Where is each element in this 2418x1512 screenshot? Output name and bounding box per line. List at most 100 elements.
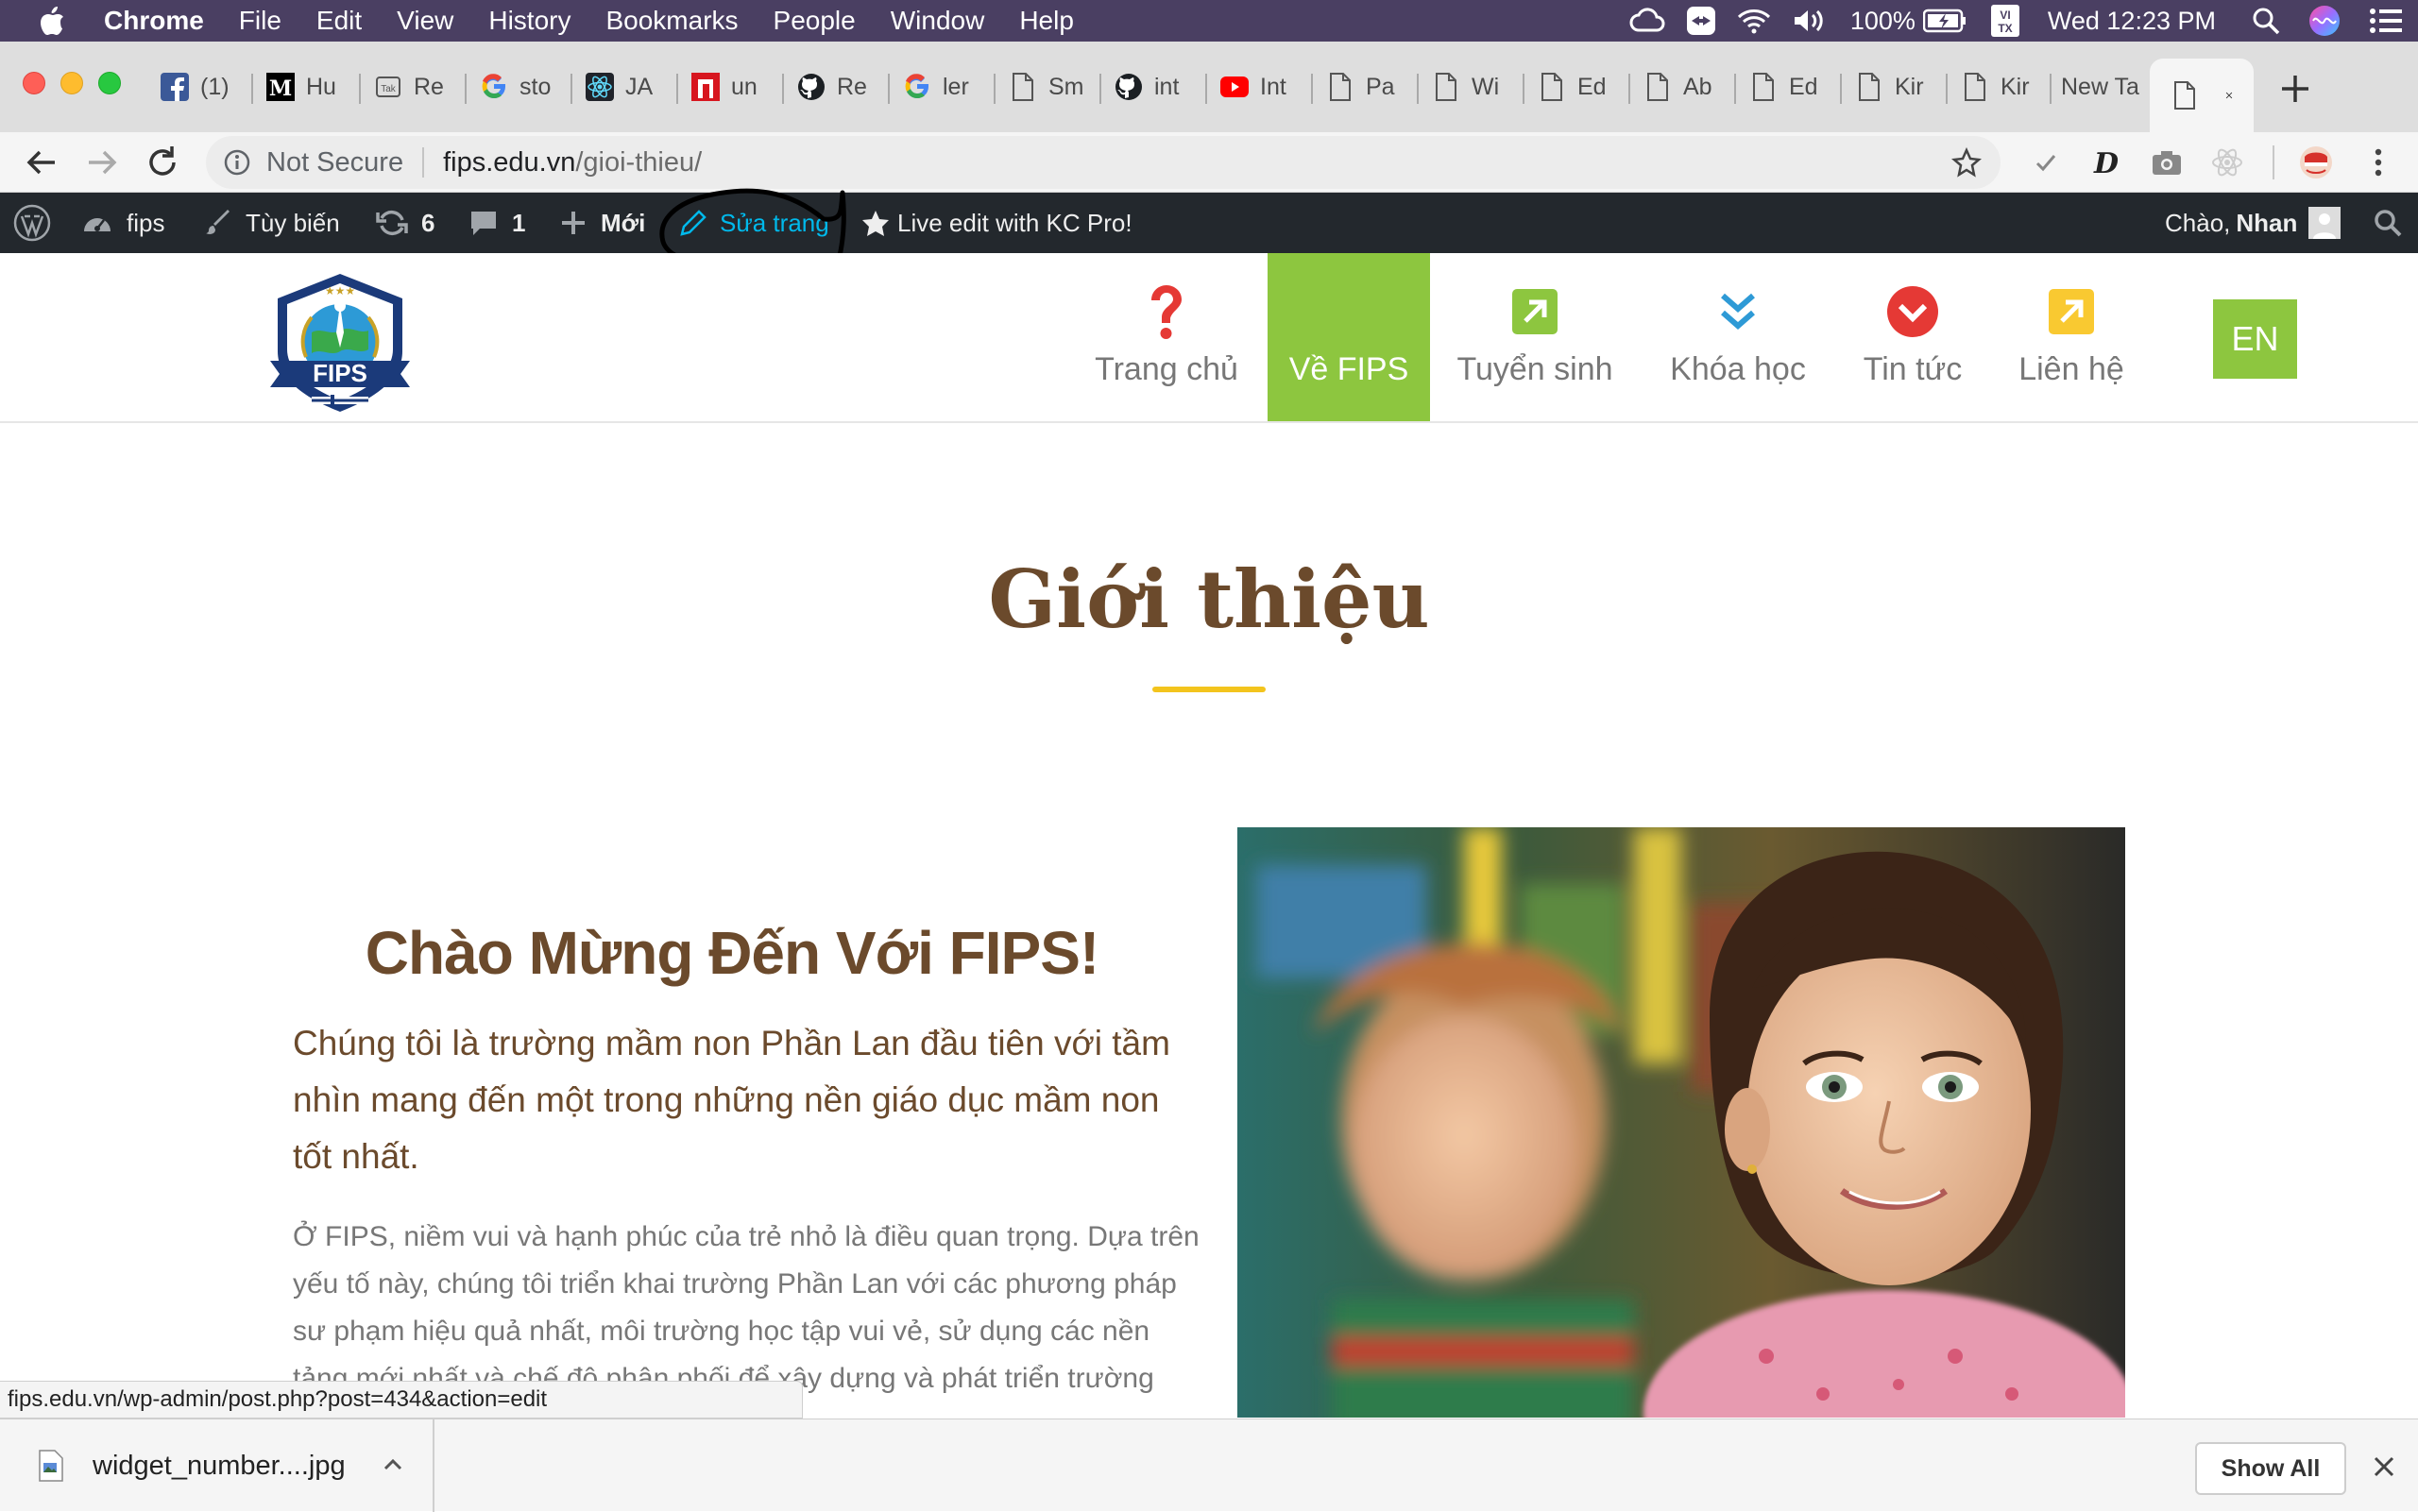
menubar-clock[interactable]: Wed 12:23 PM <box>2048 7 2216 36</box>
wp-site-menu[interactable]: fips <box>81 193 164 253</box>
browser-tab[interactable]: Ab <box>1643 68 1728 106</box>
battery-percent: 100% <box>1849 6 1916 35</box>
spotlight-search-icon[interactable] <box>2252 7 2280 35</box>
wp-live-edit-link[interactable]: Live edit with KC Pro! <box>861 193 1132 253</box>
notification-center-icon[interactable] <box>2369 8 2403 34</box>
browser-tab[interactable]: Ed <box>1749 68 1834 106</box>
window-zoom-button[interactable] <box>98 72 121 94</box>
nav-contact[interactable]: Liên hệ <box>2010 253 2133 421</box>
browser-tab[interactable]: un <box>691 68 776 106</box>
browser-tab[interactable]: Kir <box>1961 68 2046 106</box>
window-minimize-button[interactable] <box>60 72 83 94</box>
link-status-bubble: fips.edu.vn/wp-admin/post.php?post=434&a… <box>0 1381 803 1419</box>
page-icon <box>1961 73 1989 101</box>
wifi-icon[interactable] <box>1737 8 1771 34</box>
wp-updates-count: 6 <box>421 208 435 237</box>
menu-people[interactable]: People <box>774 6 856 36</box>
browser-tab[interactable]: JA <box>586 68 671 106</box>
google-icon <box>480 73 508 101</box>
nav-contact-label: Liên hệ <box>2018 351 2124 387</box>
dictionary-extension-icon[interactable]: D <box>2087 144 2125 181</box>
nav-about-fips[interactable]: Về FIPS <box>1268 253 1430 421</box>
language-switch-button[interactable]: EN <box>2213 299 2297 379</box>
apple-icon[interactable] <box>38 5 66 37</box>
browser-tab[interactable]: ler <box>903 68 988 106</box>
input-source-icon[interactable]: VI TX <box>1990 5 2019 37</box>
reload-icon[interactable] <box>144 144 181 181</box>
wp-my-account[interactable]: Chào, Nhan <box>2165 193 2341 253</box>
wp-greeting: Chào, <box>2165 208 2231 237</box>
back-arrow-icon[interactable] <box>23 144 60 181</box>
menu-edit[interactable]: Edit <box>316 6 362 36</box>
chrome-menu-kebab-icon[interactable] <box>2359 144 2397 181</box>
question-icon <box>1146 285 1187 339</box>
address-bar[interactable]: Not Secure fips.edu.vn/gioi-thieu/ <box>206 136 2001 189</box>
siri-icon[interactable] <box>2308 5 2341 37</box>
nav-home[interactable]: Trang chủ <box>1077 253 1256 421</box>
menu-view[interactable]: View <box>397 6 453 36</box>
svg-text:M: M <box>269 76 292 101</box>
menu-app-name[interactable]: Chrome <box>104 6 204 36</box>
browser-tab[interactable]: sto <box>480 68 565 106</box>
browser-tab[interactable]: Tak Re <box>374 68 459 106</box>
browser-tab[interactable]: int <box>1115 68 1200 106</box>
wp-customize-link[interactable]: Tùy biến <box>204 193 340 253</box>
browser-tab[interactable]: Wi <box>1432 68 1517 106</box>
comment-bubble-icon <box>471 212 496 235</box>
browser-tab[interactable]: Kir <box>1855 68 1940 106</box>
teamviewer-icon[interactable] <box>1686 6 1716 36</box>
page-icon <box>1326 73 1354 101</box>
tab-title: Kir <box>1895 73 1924 100</box>
profile-avatar-icon[interactable] <box>2297 144 2335 181</box>
volume-icon[interactable] <box>1792 8 1830 34</box>
menu-window[interactable]: Window <box>891 6 985 36</box>
tab-title: ler <box>943 73 969 100</box>
menu-bookmarks[interactable]: Bookmarks <box>605 6 738 36</box>
checkmark-extension-icon[interactable] <box>2027 144 2065 181</box>
browser-tab[interactable]: Re <box>797 68 882 106</box>
download-item[interactable]: widget_number....jpg <box>0 1419 434 1512</box>
window-close-button[interactable] <box>23 72 45 94</box>
bookmark-star-icon[interactable] <box>1951 147 1982 178</box>
camera-extension-icon[interactable] <box>2148 144 2186 181</box>
forward-arrow-icon[interactable] <box>83 144 121 181</box>
creative-cloud-icon[interactable] <box>1629 8 1665 34</box>
wp-search-button[interactable] <box>2373 193 2403 253</box>
wp-new-label: Mới <box>601 208 646 237</box>
browser-tab[interactable]: Sm <box>1009 68 1094 106</box>
wp-logo-menu[interactable] <box>13 193 51 253</box>
show-all-downloads-button[interactable]: Show All <box>2195 1442 2346 1495</box>
close-downloads-icon[interactable] <box>2371 1453 2397 1480</box>
search-icon <box>2375 210 2402 237</box>
tab-strip: (1) M Hu Tak Re sto JA un Re ler Sm int … <box>0 42 2418 132</box>
nav-news[interactable]: Tin tức <box>1851 253 1974 421</box>
browser-tab[interactable]: (1) <box>161 68 246 106</box>
battery-icon[interactable] <box>1922 8 1967 33</box>
wp-comments-link[interactable]: 1 <box>468 193 525 253</box>
wp-new-content-link[interactable]: Mới <box>559 193 645 253</box>
browser-tab[interactable]: M Hu <box>266 68 351 106</box>
browser-tab[interactable]: New Ta <box>2061 68 2140 106</box>
active-browser-tab[interactable] <box>2150 59 2254 132</box>
tab-separator <box>782 74 784 104</box>
security-indicator[interactable]: Not Secure <box>223 147 403 178</box>
browser-tab[interactable]: Pa <box>1326 68 1411 106</box>
browser-tab[interactable]: Int <box>1220 68 1305 106</box>
menu-status-area: 100% VI TX Wed 12:23 PM <box>1609 0 2418 42</box>
wp-updates-link[interactable]: 6 <box>376 193 434 253</box>
menu-file[interactable]: File <box>239 6 281 36</box>
react-devtools-icon[interactable] <box>2208 144 2246 181</box>
nav-courses[interactable]: Khóa học <box>1651 253 1825 421</box>
fips-logo[interactable]: FIPS ★★★ <box>264 266 416 417</box>
menu-help[interactable]: Help <box>1019 6 1074 36</box>
browser-tab[interactable]: Ed <box>1538 68 1623 106</box>
logo-text: FIPS <box>313 359 367 387</box>
facebook-icon <box>161 73 189 101</box>
chevron-up-icon[interactable] <box>382 1453 404 1476</box>
menu-history[interactable]: History <box>488 6 570 36</box>
close-tab-icon[interactable] <box>2225 85 2233 106</box>
new-tab-plus-icon[interactable] <box>2276 70 2314 108</box>
wp-admin-bar: fips Tùy biến 6 1 Mới Sửa trang Live edi… <box>0 188 2418 271</box>
nav-admissions[interactable]: Tuyển sinh <box>1445 253 1625 421</box>
tab-separator <box>1734 74 1736 104</box>
